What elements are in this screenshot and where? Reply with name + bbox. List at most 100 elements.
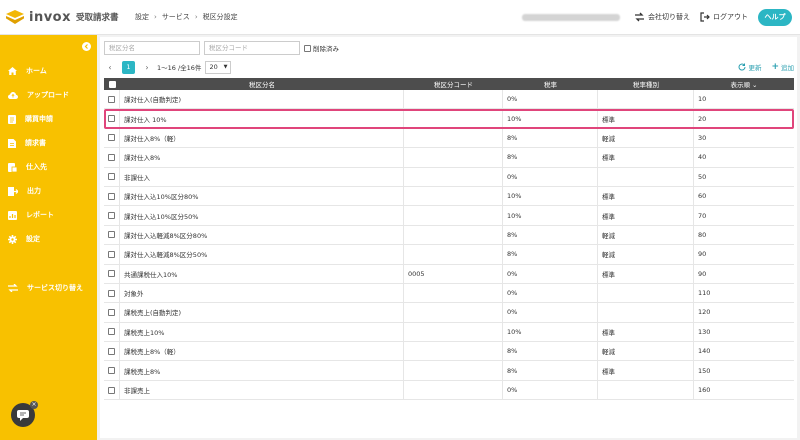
row-checkbox[interactable]: [104, 245, 120, 264]
cell-tax-code: [404, 342, 503, 361]
checkbox-box[interactable]: [108, 367, 115, 375]
tax-code-search-input[interactable]: [204, 41, 300, 55]
cell-tax-rate: 0%: [503, 283, 598, 303]
table-row[interactable]: 課税売上(自動判定) 0% 120: [104, 303, 794, 323]
cell-rate-type: 標準: [598, 361, 694, 380]
select-all-checkbox[interactable]: [104, 80, 120, 88]
checkbox-box[interactable]: [108, 270, 115, 278]
sidebar-item-report[interactable]: レポート: [0, 207, 97, 223]
sidebar-item-settings[interactable]: 設定: [0, 231, 97, 247]
row-checkbox[interactable]: [104, 90, 120, 109]
checkbox-box[interactable]: [108, 134, 115, 142]
sidebar-collapse-button[interactable]: [82, 42, 91, 51]
tax-name-search-input[interactable]: [104, 41, 200, 55]
breadcrumb-item-settings[interactable]: 設定: [135, 12, 149, 22]
show-deleted-checkbox[interactable]: 削除済み: [304, 43, 339, 53]
next-page-icon[interactable]: ›: [141, 63, 153, 72]
breadcrumb-separator-icon: ›: [154, 13, 157, 21]
checkbox-box[interactable]: [108, 308, 115, 316]
cell-tax-rate: 8%: [503, 225, 598, 245]
app-logo[interactable]: invox 受取請求書: [0, 9, 130, 25]
table-row[interactable]: 課税売上8% 8% 標準 150: [104, 361, 794, 381]
sidebar-item-label: 出力: [27, 187, 41, 195]
table-row[interactable]: 課対仕入8%（軽） 8% 軽減 30: [104, 128, 794, 149]
cell-display-order: 40: [698, 153, 707, 162]
row-checkbox[interactable]: [104, 167, 120, 186]
row-checkbox[interactable]: [104, 380, 120, 400]
checkbox-box[interactable]: [108, 212, 115, 220]
row-checkbox[interactable]: [104, 206, 120, 225]
sidebar-item-invoice[interactable]: 請求書: [0, 135, 97, 151]
checkbox-box[interactable]: [108, 328, 115, 336]
help-button[interactable]: ヘルプ: [758, 8, 792, 26]
user-info-redacted: [522, 13, 620, 21]
row-checkbox[interactable]: [104, 186, 120, 206]
table-row[interactable]: 課対仕入込10%区分50% 10% 標準 70: [104, 206, 794, 226]
row-checkbox[interactable]: [104, 322, 120, 342]
table-row[interactable]: 課対仕入(自動判定) 0% 10: [104, 90, 794, 110]
company-switch-button[interactable]: 会社切り替え: [634, 12, 690, 22]
row-checkbox[interactable]: [104, 128, 120, 148]
table-row[interactable]: 非課仕入 0% 50: [104, 167, 794, 187]
checkbox-box[interactable]: [108, 289, 115, 297]
column-header-rate[interactable]: 税率: [503, 79, 598, 89]
row-checkbox[interactable]: [104, 148, 120, 167]
chat-close-icon[interactable]: ×: [30, 401, 38, 409]
table-row[interactable]: 課税売上8%（軽） 8% 軽減 140: [104, 342, 794, 362]
refresh-button[interactable]: 更新: [738, 62, 761, 72]
caret-down-icon: ▼: [223, 64, 228, 70]
prev-page-icon[interactable]: ‹: [104, 63, 116, 72]
table-row[interactable]: 課対仕入 10% 10% 標準 20: [104, 109, 794, 129]
checkbox-box[interactable]: [108, 173, 115, 181]
sidebar-item-label: サービス切り替え: [27, 284, 83, 292]
checkbox-box[interactable]: [108, 250, 115, 258]
table-row[interactable]: 課対仕入8% 8% 標準 40: [104, 148, 794, 168]
column-header-rate-type[interactable]: 税率種別: [598, 79, 694, 89]
table-row[interactable]: 非課売上 0% 160: [104, 380, 794, 401]
table-row[interactable]: 対象外 0% 110: [104, 283, 794, 304]
checkbox-box[interactable]: [108, 80, 116, 88]
table-row[interactable]: 課対仕入込軽減8%区分80% 8% 軽減 80: [104, 225, 794, 246]
table-row[interactable]: 共通課税仕入10% 0005 0% 標準 90: [104, 264, 794, 284]
checkbox-box[interactable]: [108, 95, 115, 103]
sidebar-item-purchase-request[interactable]: 購買申請: [0, 111, 97, 127]
row-checkbox[interactable]: [104, 342, 120, 361]
add-button[interactable]: + 追加: [771, 62, 794, 72]
cell-display-order: 10: [698, 95, 707, 104]
company-switch-icon: [635, 12, 644, 22]
cell-tax-rate: 8%: [503, 342, 598, 361]
page-size-select[interactable]: 20 ▼: [205, 60, 232, 74]
checkbox-box[interactable]: [108, 386, 115, 394]
table-row[interactable]: 課税売上10% 10% 標準 130: [104, 322, 794, 343]
table-row[interactable]: 課対仕入込10%区分80% 10% 標準 60: [104, 186, 794, 207]
row-checkbox[interactable]: [104, 225, 120, 245]
cell-tax-code: 0005: [404, 264, 503, 283]
checkbox-box[interactable]: [108, 231, 115, 239]
row-checkbox[interactable]: [104, 109, 120, 128]
cell-rate-type: 標準: [598, 148, 694, 167]
column-header-code[interactable]: 税区分コード: [404, 79, 503, 89]
row-checkbox[interactable]: [104, 264, 120, 283]
row-checkbox[interactable]: [104, 361, 120, 380]
breadcrumb-item-service[interactable]: サービス: [162, 12, 190, 22]
sidebar-item-upload[interactable]: アップロード: [0, 87, 97, 103]
checkbox-box[interactable]: [304, 44, 311, 52]
row-checkbox[interactable]: [104, 283, 120, 303]
sidebar-item-home[interactable]: ホーム: [0, 63, 97, 79]
sidebar-item-service-switch[interactable]: サービス切り替え: [0, 280, 97, 296]
sidebar-item-output[interactable]: 出力: [0, 183, 97, 199]
table-row[interactable]: 課対仕入込軽減8%区分50% 8% 軽減 90: [104, 245, 794, 265]
cell-tax-name: 課税売上(自動判定): [120, 303, 404, 322]
checkbox-box[interactable]: [108, 115, 115, 123]
checkbox-box[interactable]: [108, 192, 115, 200]
row-checkbox[interactable]: [104, 303, 120, 322]
column-header-name[interactable]: 税区分名: [120, 79, 404, 89]
checkbox-box[interactable]: [108, 153, 115, 161]
page-number-current[interactable]: 1: [122, 60, 135, 74]
sidebar-item-supplier[interactable]: 仕入先: [0, 159, 97, 175]
checkbox-box[interactable]: [108, 347, 115, 355]
cell-rate-type: [598, 380, 694, 400]
logout-button[interactable]: ログアウト: [700, 12, 748, 22]
sidebar: ホーム アップロード 購買申請 請求書 仕入先 出力 レポート 設定 サービス切…: [0, 35, 97, 440]
column-header-display-order[interactable]: 表示順 ⌄: [694, 79, 794, 89]
